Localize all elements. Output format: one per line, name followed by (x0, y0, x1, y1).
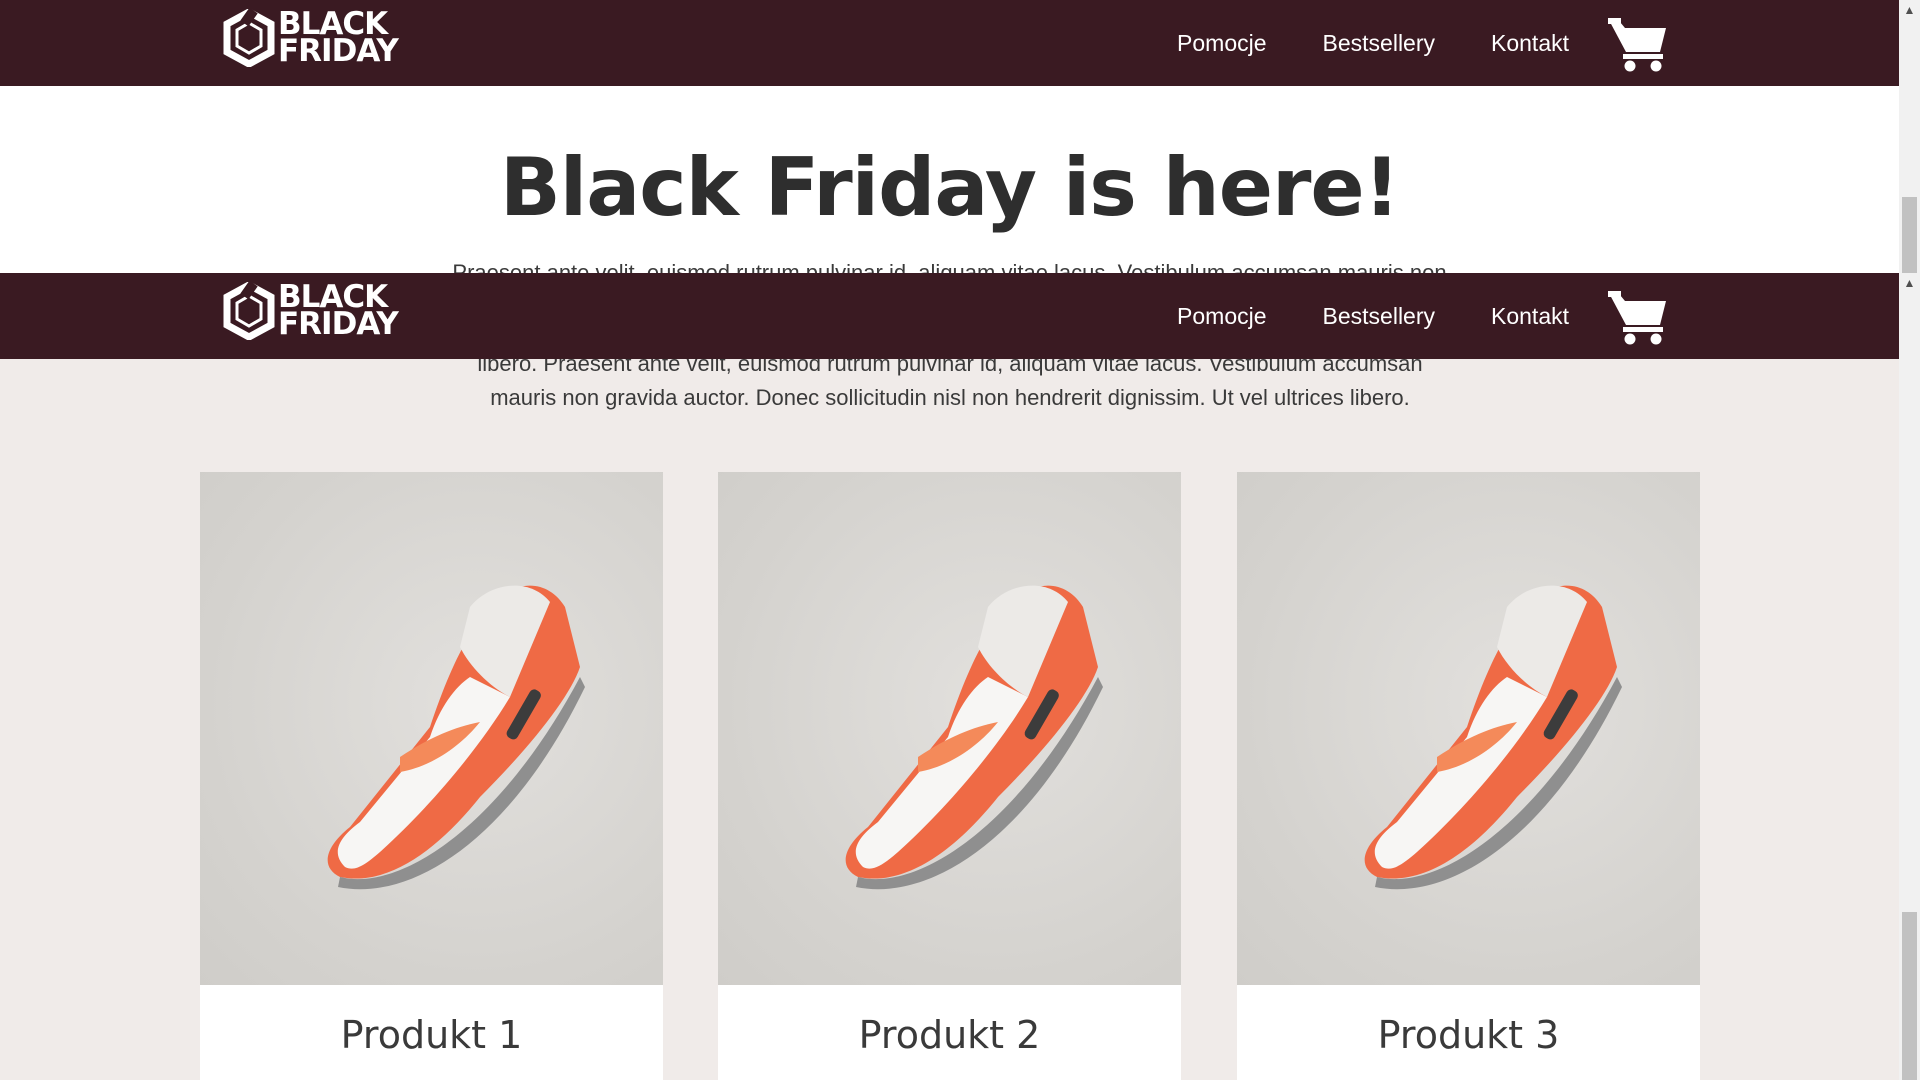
product-name[interactable]: Produkt 1 (200, 1013, 663, 1057)
nav-link-pomocje[interactable]: Pomocje (1177, 30, 1266, 57)
logo-text: BLACK FRIDAY (278, 282, 399, 342)
logo-line2: FRIDAY (278, 33, 399, 69)
scrollbar-thumb[interactable] (1902, 197, 1917, 273)
nav-links: Pomocje Bestsellery Kontakt (1177, 0, 1569, 86)
nav-link-kontakt[interactable]: Kontakt (1491, 30, 1569, 57)
scroll-up-arrow-icon[interactable]: ▲ (1899, 0, 1920, 20)
product-image[interactable] (1237, 472, 1700, 985)
nav-links: Pomocje Bestsellery Kontakt (1177, 273, 1569, 359)
cart-icon[interactable] (1608, 289, 1668, 345)
scrollbar-upper[interactable]: ▲ (1899, 0, 1920, 273)
nav-link-pomocje[interactable]: Pomocje (1177, 303, 1266, 330)
logo[interactable]: BLACK FRIDAY (222, 9, 399, 69)
scrollbar-lower[interactable]: ▲ (1899, 273, 1920, 1080)
product-name[interactable]: Produkt 2 (718, 1013, 1181, 1057)
browser-viewport: BLACK FRIDAY Pomocje Bestsellery Kontakt… (0, 0, 1920, 1080)
logo-mark-icon (223, 282, 275, 340)
product-card-1[interactable]: Produkt 1 (200, 472, 663, 1080)
product-image[interactable] (200, 472, 663, 985)
product-name[interactable]: Produkt 3 (1237, 1013, 1700, 1057)
logo-line2: FRIDAY (278, 306, 399, 342)
cart-icon[interactable] (1608, 16, 1668, 72)
product-card-2[interactable]: Produkt 2 (718, 472, 1181, 1080)
product-grid: Produkt 1 Produkt 2 Produkt 3 (200, 472, 1700, 1080)
sneaker-image (845, 585, 1103, 890)
hero-description: libero. Praesent ante velit, euismod rut… (477, 359, 1423, 410)
logo[interactable]: BLACK FRIDAY (222, 282, 399, 342)
hero-section: Black Friday is here! Praesent ante veli… (0, 86, 1899, 273)
products-section: libero. Praesent ante velit, euismod rut… (0, 359, 1899, 1080)
scroll-up-arrow-icon[interactable]: ▲ (1899, 273, 1920, 293)
product-image[interactable] (718, 472, 1181, 985)
sneaker-image (327, 585, 585, 890)
hero-title: Black Friday is here! (499, 141, 1400, 234)
scrollbar-thumb[interactable] (1902, 912, 1917, 1080)
sticky-navbar: BLACK FRIDAY Pomocje Bestsellery Kontakt (0, 273, 1899, 359)
logo-text: BLACK FRIDAY (278, 9, 399, 69)
navbar: BLACK FRIDAY Pomocje Bestsellery Kontakt (0, 0, 1899, 86)
sneaker-image (1364, 585, 1622, 890)
nav-link-bestsellery[interactable]: Bestsellery (1323, 303, 1435, 330)
product-card-3[interactable]: Produkt 3 (1237, 472, 1700, 1080)
nav-link-kontakt[interactable]: Kontakt (1491, 303, 1569, 330)
logo-mark-icon (223, 9, 275, 67)
nav-link-bestsellery[interactable]: Bestsellery (1323, 30, 1435, 57)
hero-description-line1: Praesent ante velit, euismod rutrum pulv… (452, 260, 1447, 273)
